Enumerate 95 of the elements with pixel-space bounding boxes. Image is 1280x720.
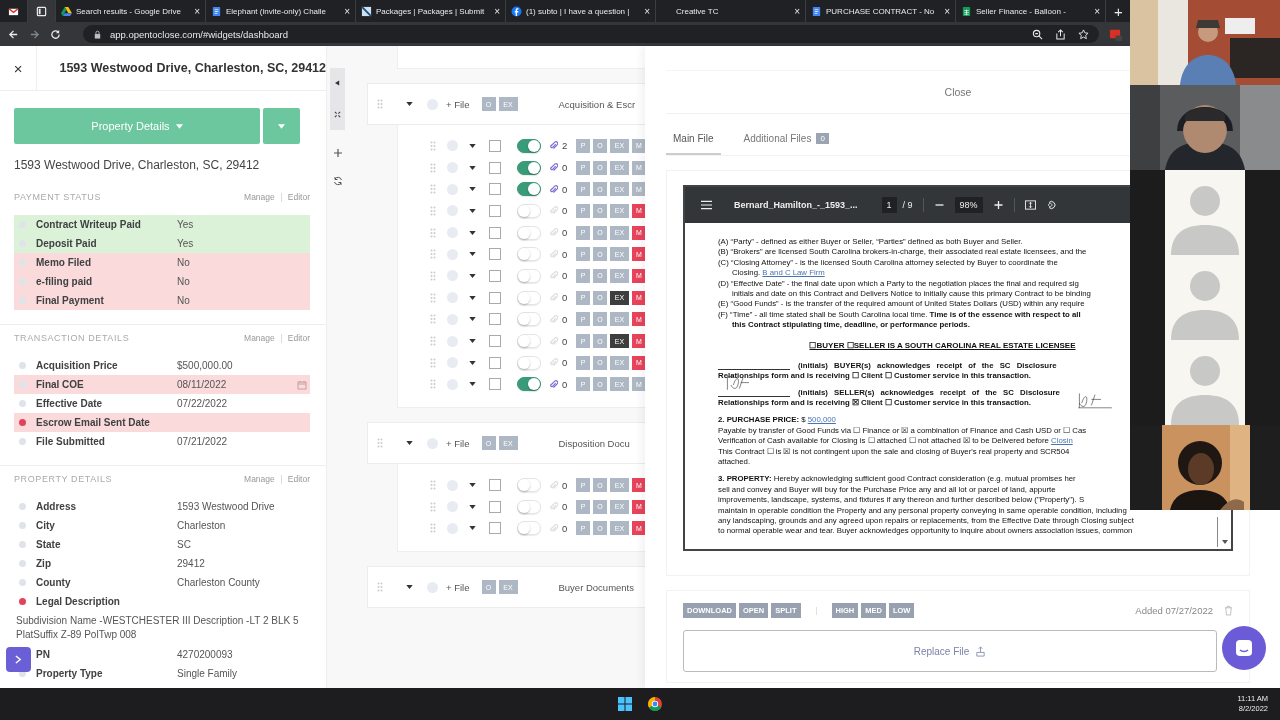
attachment-count: 0 [562, 501, 569, 513]
field-label: Deposit Paid [36, 238, 98, 249]
zoom-field[interactable]: 98% [954, 197, 983, 213]
folder-title: Disposition Docu [558, 437, 630, 449]
field-value: 07/21/2022 [177, 436, 229, 447]
field-label: e-filing paid [36, 276, 94, 287]
attachment-count: 0 [562, 248, 569, 260]
page-field[interactable]: 1 [881, 197, 897, 213]
field-value: No [177, 295, 191, 306]
field-value: No [177, 276, 191, 287]
tab-title: PURCHASE CONTRACT - No [826, 6, 936, 16]
section-link[interactable]: Manage [244, 192, 275, 202]
field-label: Final COE [36, 379, 85, 390]
attachment-count: 0 [562, 205, 569, 217]
field-label: Final Payment [36, 295, 105, 306]
field-value: Subdivision Name -WESTCHESTER III Description -LT 2 BLK 5 PlatSuffix Z-89 PolTwp 008 [15, 614, 300, 642]
tab-close[interactable]: × [794, 5, 800, 17]
field-label: State [36, 539, 62, 550]
attachment-count: 0 [562, 270, 569, 282]
field-value: 1593 Westwood Drive [177, 501, 276, 512]
field-value: $500,000.00 [177, 360, 234, 371]
tab-title: Creative TC [676, 6, 720, 16]
page-count: / 9 [902, 200, 913, 210]
tab-close[interactable]: × [944, 5, 950, 17]
field-label: Memo Filed [36, 257, 92, 268]
section-link[interactable]: Editor [287, 333, 310, 343]
replace-file-button[interactable]: Replace File [683, 630, 1217, 672]
document-text: ☐BUYER ☐SELLER IS A SOUTH CAROLINA REAL ESTATE LICENSEE [809, 340, 1076, 351]
added-date: Added 07/27/2022 [1135, 605, 1213, 616]
field-label: County [36, 577, 72, 588]
property-address: 1593 Westwood Drive, Charleston, SC, 29412 [14, 158, 261, 172]
attachment-count: 0 [562, 292, 569, 304]
attachment-count: 0 [562, 522, 569, 534]
section-link[interactable]: Editor [287, 474, 310, 484]
attachment-count: 2 [562, 140, 569, 152]
field-label: Address [36, 501, 77, 512]
field-value: Single Family [177, 668, 239, 679]
field-value: No [177, 257, 191, 268]
field-label: PN [36, 649, 51, 660]
tab-title: Search results - Google Drive [76, 6, 182, 16]
section-link[interactable]: Manage [244, 474, 275, 484]
add-file-button[interactable]: + File [446, 98, 470, 110]
property-details-button[interactable]: Property Details [14, 108, 260, 144]
field-label: Zip [36, 558, 52, 569]
attachment-count: 0 [562, 183, 569, 195]
tab-close[interactable]: × [194, 5, 200, 17]
field-value: Charleston [177, 520, 227, 531]
field-label: City [36, 520, 56, 531]
tab-title: Seller Finance - Balloon - [976, 6, 1067, 16]
field-label: Effective Date [36, 398, 104, 409]
field-label: Escrow Email Sent Date [36, 417, 151, 428]
field-value: SC [177, 539, 192, 550]
tab-title: Elephant (invite-only) Challe [226, 6, 328, 16]
tab-close[interactable]: × [344, 5, 350, 17]
close-button[interactable]: Close [934, 82, 982, 102]
section-link[interactable]: Editor [287, 192, 310, 202]
add-file-button[interactable]: + File [446, 437, 470, 449]
attachment-count: 0 [562, 357, 569, 369]
field-label: Legal Description [36, 596, 121, 607]
field-value: 29412 [177, 558, 206, 569]
field-value: Yes [177, 238, 195, 249]
attachment-count: 0 [562, 162, 569, 174]
attachment-count: 0 [562, 313, 569, 325]
attachment-count: 0 [562, 378, 569, 390]
field-label: Acquisition Price [36, 360, 119, 371]
tab-close[interactable]: × [644, 5, 650, 17]
attachment-count: 0 [562, 479, 569, 491]
field-label: Contract Writeup Paid [36, 219, 142, 230]
tab-title: Packages | Packages | Submit [376, 6, 486, 16]
file-tab[interactable]: Main File [666, 128, 721, 155]
field-value: Yes [177, 219, 195, 230]
file-name: Bernard_Hamilton_-_1593_... [734, 200, 858, 210]
section-link[interactable]: Manage [244, 333, 275, 343]
field-label: File Submitted [36, 436, 106, 447]
tab-title: (1) subto | I have a question | [526, 6, 631, 16]
tab-close[interactable]: × [494, 5, 500, 17]
file-tab[interactable]: Additional Files 0 [736, 128, 836, 155]
close-button[interactable]: × [0, 46, 38, 90]
section-title: TRANSACTION DETAILS [14, 333, 130, 343]
section-title: PROPERTY DETAILS [14, 474, 113, 484]
attachment-count: 0 [562, 335, 569, 347]
panel-title: 1593 Westwood Drive, Charleston, SC, 29412 [58, 61, 326, 75]
tab-close[interactable]: × [1094, 5, 1100, 17]
new-tab-button[interactable]: + [1106, 0, 1131, 22]
field-value: 07/22/2022 [177, 398, 229, 409]
field-value: Charleston County [177, 577, 261, 588]
folder-title: Acquisition & Escr [558, 98, 636, 110]
folder-title: Buyer Documents [558, 581, 634, 593]
field-value: 4270200093 [177, 649, 234, 660]
address-field[interactable]: app.opentoclose.com/#widgets/dashboard [83, 25, 1099, 43]
section-title: PAYMENT STATUS [14, 192, 102, 202]
add-file-button[interactable]: + File [446, 581, 470, 593]
attachment-count: 0 [562, 227, 569, 239]
field-label: Property Type [36, 668, 104, 679]
field-value: 08/11/2022 [177, 379, 228, 390]
